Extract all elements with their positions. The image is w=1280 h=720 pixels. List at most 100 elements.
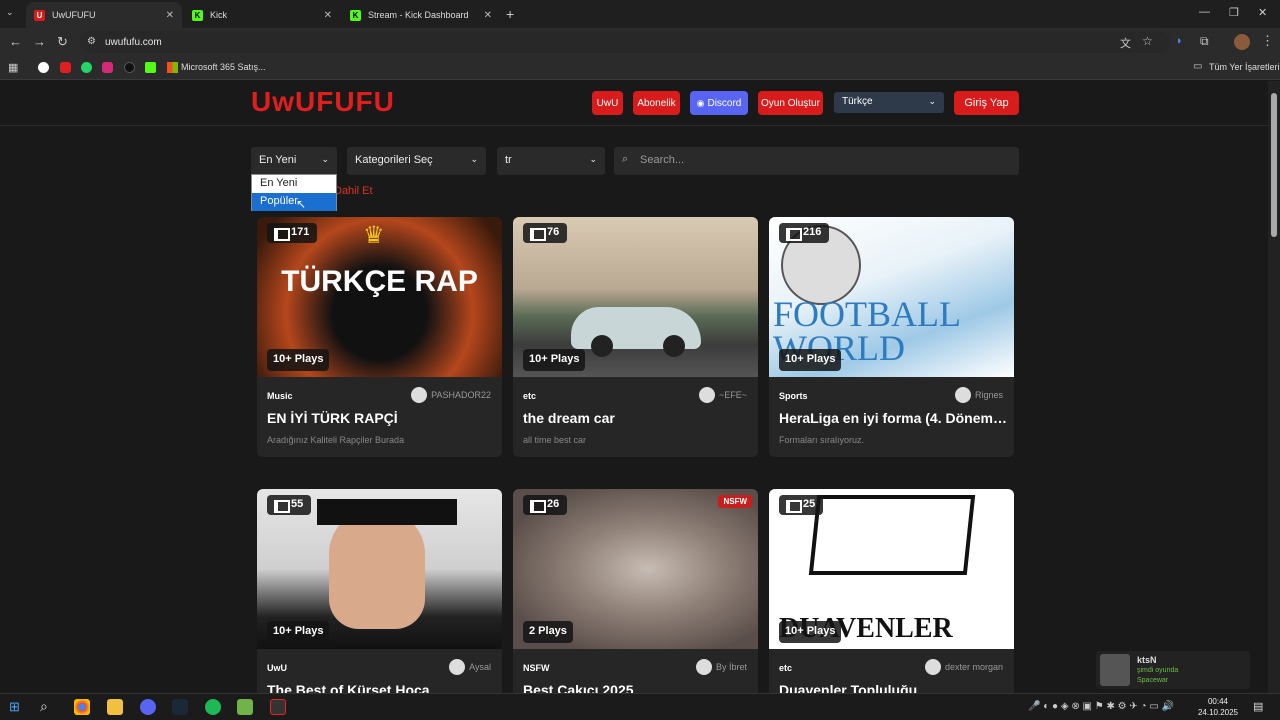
card-user[interactable]: By İbret: [695, 659, 747, 675]
kick-favicon-icon: K: [192, 9, 203, 21]
extension-icon[interactable]: ◗: [1176, 35, 1183, 47]
folder-icon: ▭: [1193, 61, 1203, 72]
now-playing-notification[interactable]: ktsN şimdi oyunda Spacewar: [1096, 651, 1250, 689]
forward-icon[interactable]: →: [33, 34, 46, 49]
apps-grid-icon[interactable]: ▦: [8, 61, 18, 74]
plays-badge: 10+ Plays: [523, 349, 586, 371]
url-text[interactable]: uwufufu.com: [105, 37, 162, 48]
taskbar: ⊞ ⌕ 🎤 ◐ ● ◈ ⊗ ▣ ⚑ ✱ ⚙ ✈ ◔ ▭ 🔊 00:44 24.1…: [0, 693, 1280, 720]
card-user[interactable]: dexter morgan: [924, 659, 1003, 675]
card-user[interactable]: Rignes: [954, 387, 1003, 403]
close-window-icon[interactable]: ✕: [1258, 6, 1267, 19]
minimize-icon[interactable]: —: [1199, 6, 1210, 18]
page-content: UwUFUFU UwU Abonelik ◉ Discord Oyun Oluş…: [0, 81, 1268, 693]
search-input[interactable]: ⌕ Search...: [614, 147, 1019, 175]
user-name: Rignes: [974, 390, 1003, 400]
bookmark-star-icon[interactable]: ☆: [1142, 34, 1153, 48]
google-icon[interactable]: [38, 62, 49, 73]
restore-icon[interactable]: ❐: [1229, 6, 1239, 19]
mouse-cursor-icon: ↖: [296, 197, 307, 211]
user-avatar-icon: [449, 659, 466, 675]
language-select[interactable]: Türkçe ⌄: [834, 92, 944, 113]
card-title: the dream car: [523, 410, 615, 426]
item-count-badge: 216: [779, 223, 830, 243]
reload-icon[interactable]: ↻: [57, 34, 68, 50]
login-button[interactable]: Giriş Yap: [954, 91, 1019, 115]
close-tab-icon[interactable]: ✕: [166, 10, 174, 21]
sort-option-popular[interactable]: Popüler: [252, 193, 336, 211]
back-icon[interactable]: ←: [9, 34, 22, 49]
bookmark-microsoft[interactable]: Microsoft 365 Satış...: [181, 62, 266, 72]
game-card[interactable]: 76 10+ Plays etc ~EFE~ the dream car all…: [513, 217, 758, 457]
browser-tab-bar: ⌄ U UwUFUFU ✕ K Kick ✕ K Stream - Kick D…: [0, 0, 1280, 28]
youtube-icon[interactable]: [60, 62, 71, 73]
tab-kick[interactable]: K Kick ✕: [184, 2, 340, 28]
game-card[interactable]: DUAVENLER 25 10+ Plays etc dexter morgan…: [769, 489, 1014, 693]
close-tab-icon[interactable]: ✕: [484, 10, 492, 21]
extensions-puzzle-icon[interactable]: ⧉: [1200, 34, 1209, 49]
site-logo[interactable]: UwUFUFU: [251, 86, 395, 118]
tab-uwufufu[interactable]: U UwUFUFU ✕: [26, 2, 182, 28]
category-select[interactable]: Kategorileri Seç ⌄: [347, 147, 486, 175]
card-category: NSFW: [523, 663, 550, 673]
store-icon[interactable]: [237, 699, 253, 715]
tab-search-icon[interactable]: ⌄: [6, 7, 14, 18]
discord-taskbar-icon[interactable]: [140, 699, 156, 715]
tab-label: Stream - Kick Dashboard: [368, 10, 469, 20]
url-field[interactable]: [80, 31, 1170, 53]
kick-icon[interactable]: [145, 62, 156, 73]
notification-icon[interactable]: ▤: [1253, 700, 1263, 713]
chevron-down-icon: ⌄: [470, 154, 478, 164]
steam-icon[interactable]: [172, 699, 188, 715]
card-user[interactable]: Aysal: [449, 659, 491, 675]
recording-app-icon[interactable]: [270, 699, 286, 715]
clock-date[interactable]: 24.10.2025: [1196, 708, 1240, 717]
game-card[interactable]: TÜRKÇE RAP ♛ 171 10+ Plays Music PASHADO…: [257, 217, 502, 457]
game-card[interactable]: FOOTBALL WORLD 216 10+ Plays Sports Rign…: [769, 217, 1014, 457]
tab-kick-dashboard[interactable]: K Stream - Kick Dashboard ✕: [342, 2, 500, 28]
card-category: etc: [779, 663, 793, 673]
user-name: ~EFE~: [718, 390, 747, 400]
create-game-button[interactable]: Oyun Oluştur: [758, 91, 823, 115]
language-filter-select[interactable]: tr ⌄: [497, 147, 605, 175]
sort-select[interactable]: En Yeni ⌄: [251, 147, 337, 175]
windows-start-icon[interactable]: ⊞: [9, 699, 20, 715]
game-card[interactable]: 55 10+ Plays UwU Aysal The Best of Kürşe…: [257, 489, 502, 693]
close-tab-icon[interactable]: ✕: [324, 10, 332, 21]
scrollbar-thumb[interactable]: [1271, 93, 1277, 237]
instagram-icon[interactable]: [102, 62, 113, 73]
card-category: UwU: [267, 663, 287, 673]
game-avatar: [1100, 654, 1130, 686]
profile-avatar[interactable]: [1234, 34, 1250, 50]
user-name: By İbret: [715, 662, 747, 672]
chrome-icon[interactable]: [74, 699, 90, 715]
include-label[interactable]: Dahil Et: [334, 185, 373, 197]
discord-button[interactable]: ◉ Discord: [690, 91, 748, 115]
card-user[interactable]: PASHADOR22: [411, 387, 491, 403]
game-card[interactable]: 26 NSFW 2 Plays NSFW By İbret Best Çakıc…: [513, 489, 758, 693]
uwu-button[interactable]: UwU: [592, 91, 623, 115]
new-tab-icon[interactable]: +: [506, 6, 514, 22]
spotify-icon[interactable]: [205, 699, 221, 715]
translate-icon[interactable]: 文: [1120, 35, 1131, 51]
card-user[interactable]: ~EFE~: [698, 387, 747, 403]
menu-kebab-icon[interactable]: ⋮: [1261, 33, 1274, 49]
clock-time[interactable]: 00:44: [1200, 697, 1236, 706]
chevron-down-icon: ⌄: [589, 154, 597, 164]
all-bookmarks[interactable]: Tüm Yer İşaretleri: [1209, 62, 1280, 72]
tab-label: UwUFUFU: [52, 10, 96, 20]
search-icon[interactable]: ⌕: [40, 698, 48, 715]
site-info-icon[interactable]: ⚙: [87, 36, 96, 47]
sort-value: En Yeni: [259, 154, 297, 166]
user-avatar-icon: [695, 659, 712, 675]
tiktok-icon[interactable]: [124, 62, 135, 73]
item-count-badge: 76: [523, 223, 568, 243]
microsoft-icon[interactable]: [167, 62, 178, 73]
whatsapp-icon[interactable]: [81, 62, 92, 73]
sort-dropdown-list: En Yeni Popüler: [251, 174, 337, 211]
sort-option-newest[interactable]: En Yeni: [252, 175, 336, 193]
system-tray-icons[interactable]: 🎤 ◐ ● ◈ ⊗ ▣ ⚑ ✱ ⚙ ✈ ◔ ▭ 🔊: [1028, 701, 1174, 712]
file-explorer-icon[interactable]: [107, 699, 123, 715]
discord-label: Discord: [707, 97, 742, 109]
subscription-button[interactable]: Abonelik: [633, 91, 680, 115]
